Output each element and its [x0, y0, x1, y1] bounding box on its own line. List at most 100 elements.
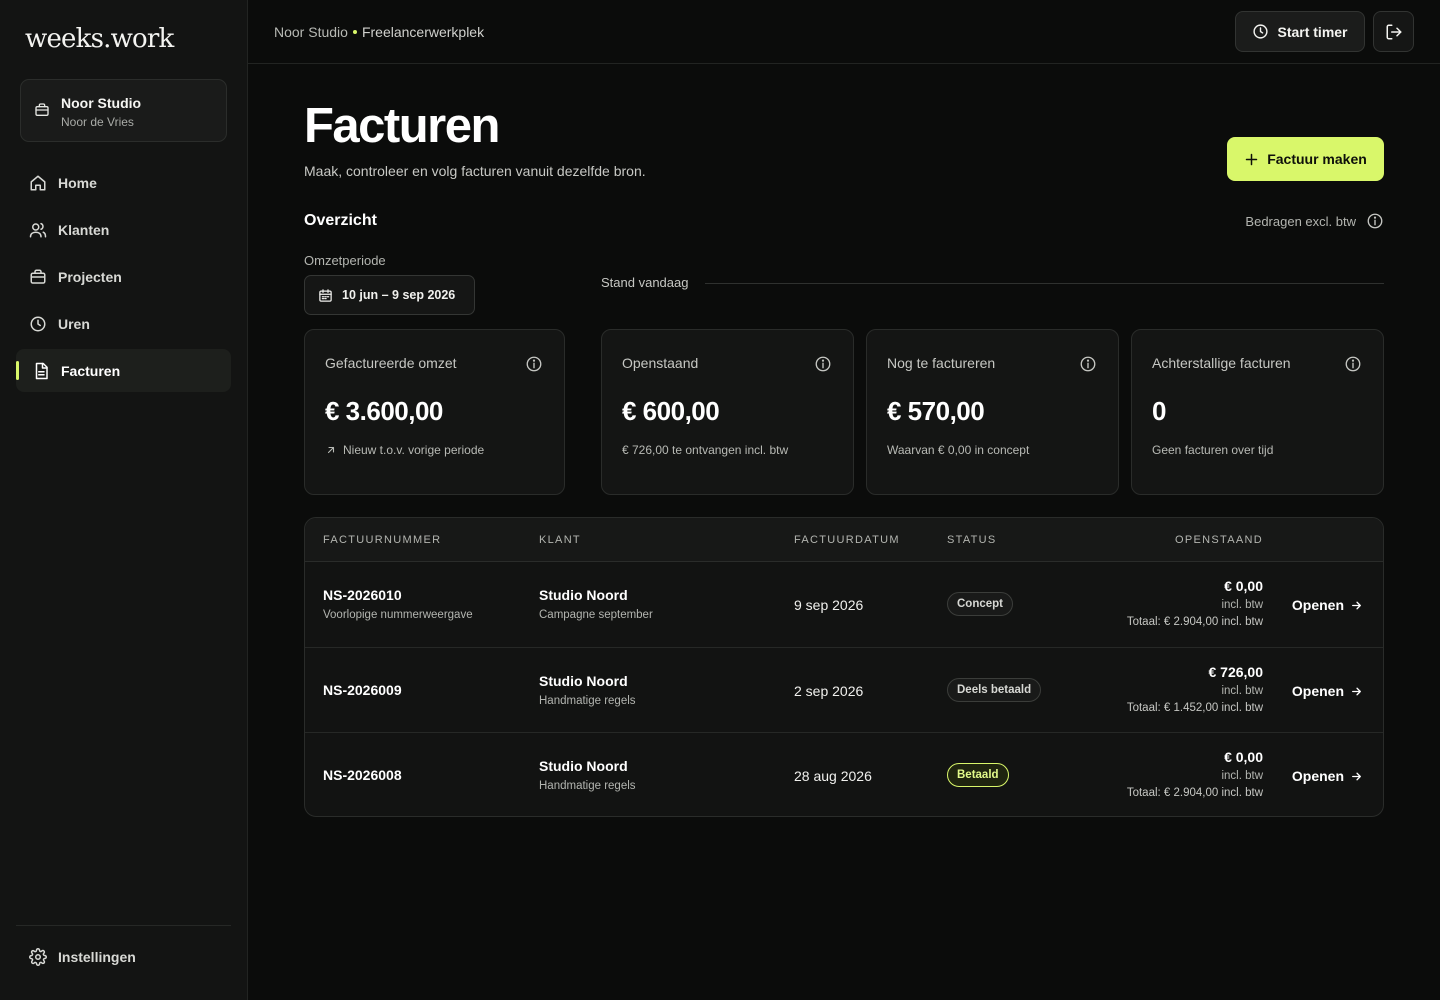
column-header-status[interactable]: STATUS: [947, 534, 997, 546]
briefcase-icon: [34, 102, 50, 118]
sidebar-item-instellingen[interactable]: Instellingen: [16, 935, 231, 978]
card-note: Nieuw t.o.v. vorige periode: [325, 443, 484, 457]
arrow-up-right-icon: [325, 444, 337, 456]
client-project: Handmatige regels: [539, 695, 636, 707]
open-link-label: Openen: [1291, 683, 1344, 699]
open-link-label: Openen: [1291, 597, 1344, 613]
card-value: € 600,00: [622, 396, 720, 426]
stand-divider: [705, 283, 1384, 284]
column-header-number[interactable]: FACTUURNUMMER: [323, 534, 441, 546]
card-note: Geen facturen over tijd: [1152, 443, 1274, 457]
card-label: Openstaand: [622, 355, 699, 371]
table-header: FACTUURNUMMER KLANT FACTUURDATUM STATUS …: [305, 518, 1383, 562]
status-badge: Concept: [947, 592, 1013, 616]
sidebar-item-label: Klanten: [58, 221, 110, 238]
sidebar-divider: [16, 925, 231, 926]
card-label: Achterstallige facturen: [1152, 355, 1291, 371]
open-invoice-link[interactable]: Openen: [1292, 683, 1363, 699]
outstanding-amount: € 726,00: [1208, 664, 1264, 680]
sidebar-item-projecten[interactable]: Projecten: [16, 255, 231, 298]
start-timer-button[interactable]: Start timer: [1235, 11, 1365, 52]
outstanding-vat-note: incl. btw: [1221, 685, 1263, 697]
breadcrumb-current: Freelancerwerkplek: [361, 24, 485, 40]
card-note: € 726,00 te ontvangen incl. btw: [622, 443, 789, 457]
workspace-user: Noor de Vries: [61, 115, 134, 129]
page-subtitle: Maak, controleer en volg facturen vanuit…: [304, 163, 646, 179]
create-invoice-label: Factuur maken: [1267, 151, 1367, 167]
breadcrumb: Noor Studio Freelancerwerkplek: [274, 24, 484, 40]
client-name: Studio Noord: [539, 587, 628, 603]
card-to-invoice: Nog te factureren € 570,00 Waarvan € 0,0…: [866, 329, 1119, 495]
invoice-total: Totaal: € 2.904,00 incl. btw: [1126, 787, 1263, 799]
outstanding-cell: € 726,00 incl. btw Totaal: € 1.452,00 in…: [1127, 664, 1263, 714]
sidebar-item-label: Projecten: [58, 268, 122, 285]
sidebar-item-home[interactable]: Home: [16, 161, 231, 204]
period-label: Omzetperiode: [304, 253, 386, 268]
workspace-switcher[interactable]: Noor Studio Noor de Vries: [20, 79, 227, 142]
table-row[interactable]: NS-2026008 Studio Noord Handmatige regel…: [305, 732, 1383, 816]
amounts-note-label: Bedragen excl. btw: [1245, 213, 1356, 229]
card-outstanding: Openstaand € 600,00 € 726,00 te ontvange…: [601, 329, 854, 495]
card-note: Waarvan € 0,00 in concept: [887, 443, 1030, 457]
info-icon[interactable]: [1366, 212, 1384, 230]
invoice-table: FACTUURNUMMER KLANT FACTUURDATUM STATUS …: [304, 517, 1384, 817]
card-value: € 3.600,00: [325, 396, 443, 426]
open-invoice-link[interactable]: Openen: [1292, 768, 1363, 784]
open-link-label: Openen: [1291, 768, 1344, 784]
table-row[interactable]: NS-2026009 Studio Noord Handmatige regel…: [305, 647, 1383, 732]
period-value: 10 jun – 9 sep 2026: [342, 288, 456, 302]
column-header-outstanding[interactable]: OPENSTAAND: [1175, 534, 1263, 546]
info-icon[interactable]: [525, 355, 543, 373]
overview-title: Overzicht: [304, 212, 377, 229]
app-logo[interactable]: weeks.work: [25, 24, 174, 54]
card-value: € 570,00: [887, 396, 985, 426]
sidebar-item-klanten[interactable]: Klanten: [16, 208, 231, 251]
card-value: 0: [1152, 396, 1166, 426]
arrow-right-icon: [1350, 599, 1363, 612]
users-icon: [28, 220, 48, 240]
open-invoice-link[interactable]: Openen: [1292, 597, 1363, 613]
outstanding-amount: € 0,00: [1224, 749, 1263, 765]
outstanding-cell: € 0,00 incl. btw Totaal: € 2.904,00 incl…: [1127, 578, 1263, 628]
arrow-right-icon: [1350, 770, 1363, 783]
status-badge: Betaald: [947, 763, 1009, 787]
outstanding-cell: € 0,00 incl. btw Totaal: € 2.904,00 incl…: [1127, 749, 1263, 799]
client-project: Handmatige regels: [539, 780, 636, 792]
outstanding-amount: € 0,00: [1224, 578, 1263, 594]
arrow-right-icon: [1350, 685, 1363, 698]
table-row[interactable]: NS-2026010 Voorlopige nummerweergave Stu…: [305, 562, 1383, 647]
breadcrumb-separator: [352, 30, 357, 34]
invoice-date: 2 sep 2026: [794, 683, 864, 699]
briefcase-icon: [28, 267, 48, 287]
amounts-note: Bedragen excl. btw: [1245, 212, 1384, 230]
info-icon[interactable]: [814, 355, 832, 373]
invoice-number-note: Voorlopige nummerweergave: [323, 609, 473, 621]
card-invoiced-revenue: Gefactureerde omzet € 3.600,00 Nieuw t.o…: [304, 329, 565, 495]
card-label: Gefactureerde omzet: [325, 355, 457, 371]
period-picker[interactable]: 10 jun – 9 sep 2026: [304, 275, 475, 315]
info-icon[interactable]: [1079, 355, 1097, 373]
invoice-date: 9 sep 2026: [794, 597, 864, 613]
info-icon[interactable]: [1344, 355, 1362, 373]
card-label: Nog te factureren: [887, 355, 996, 371]
breadcrumb-workspace[interactable]: Noor Studio: [274, 24, 348, 40]
column-header-client[interactable]: KLANT: [539, 534, 581, 546]
outstanding-vat-note: incl. btw: [1221, 599, 1263, 611]
status-badge: Deels betaald: [947, 678, 1042, 702]
sidebar-item-label: Home: [58, 174, 97, 191]
card-overdue: Achterstallige facturen 0 Geen facturen …: [1131, 329, 1384, 495]
logout-icon: [1385, 23, 1403, 41]
client-name: Studio Noord: [539, 758, 628, 774]
home-icon: [28, 173, 48, 193]
invoice-number: NS-2026009: [323, 682, 402, 698]
gear-icon: [28, 947, 48, 967]
column-header-date[interactable]: FACTUURDATUM: [794, 534, 900, 546]
create-invoice-button[interactable]: Factuur maken: [1227, 137, 1384, 181]
sidebar-item-facturen[interactable]: Facturen: [16, 349, 231, 392]
invoice-date: 28 aug 2026: [794, 768, 872, 784]
client-project: Campagne september: [539, 609, 653, 621]
logout-button[interactable]: [1373, 11, 1414, 52]
clock-icon: [28, 314, 48, 334]
sidebar-item-uren[interactable]: Uren: [16, 302, 231, 345]
calendar-icon: [318, 288, 333, 303]
